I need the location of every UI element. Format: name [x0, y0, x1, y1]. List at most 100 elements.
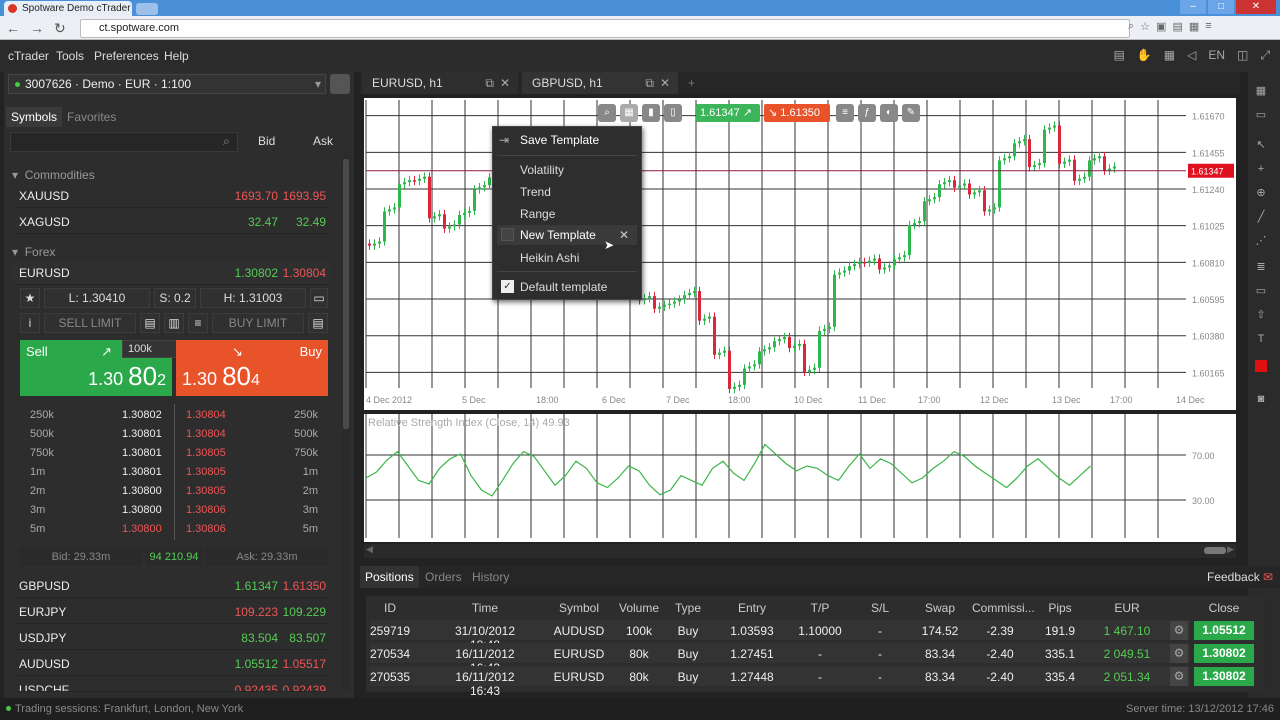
- calculator-icon[interactable]: ▦: [1164, 48, 1175, 63]
- layout-icon[interactable]: ◫: [1237, 48, 1248, 63]
- notebook-icon[interactable]: ▤: [1114, 48, 1125, 63]
- detach-icon[interactable]: ⧉: [645, 72, 654, 94]
- symbol-search-input[interactable]: [10, 132, 238, 152]
- tab-history[interactable]: History: [467, 566, 514, 588]
- checkbox[interactable]: [501, 228, 514, 241]
- tab-favorites[interactable]: Favorites: [62, 107, 121, 127]
- rsi-panel[interactable]: 70.00 30.00 Relative Strength Index (Clos…: [364, 414, 1236, 542]
- fibonacci-icon[interactable]: ≣: [1254, 260, 1268, 274]
- column-header[interactable]: Symbol: [550, 601, 608, 615]
- indicators-icon[interactable]: ≡: [836, 104, 854, 122]
- chart-icon[interactable]: ▭: [310, 288, 328, 308]
- reload-icon[interactable]: ↻: [54, 20, 66, 37]
- buy-button[interactable]: ↘ Buy 1.30 804: [176, 340, 328, 396]
- url-field[interactable]: ct.spotware.com: [80, 19, 1130, 38]
- symbol-row-xauusd[interactable]: XAUUSD 1693.70 1693.95: [12, 184, 330, 208]
- color-icon[interactable]: ◐: [880, 104, 898, 122]
- gear-icon[interactable]: ⚙: [1170, 644, 1188, 663]
- scrollbar-thumb[interactable]: [343, 159, 349, 429]
- template-volatility[interactable]: Volatility: [520, 163, 564, 177]
- group-commodities[interactable]: ▾ Commodities: [12, 168, 95, 182]
- zoom-in-icon[interactable]: ⊕: [1254, 186, 1268, 200]
- extension-icon[interactable]: ▤: [1172, 20, 1182, 33]
- template-new[interactable]: New Template: [520, 228, 596, 242]
- info-icon[interactable]: i: [20, 313, 40, 333]
- window-icon[interactable]: ▭: [1254, 108, 1268, 122]
- hand-icon[interactable]: ✋: [1137, 48, 1152, 63]
- symbol-row-usdchf[interactable]: USDCHF 0.92435 0.92439: [12, 678, 330, 692]
- column-header[interactable]: Commissi...: [972, 601, 1035, 615]
- zoom-icon[interactable]: ⌕: [598, 104, 616, 122]
- rectangle-icon[interactable]: ▭: [1254, 284, 1268, 298]
- star-icon[interactable]: ★: [20, 288, 40, 308]
- extension-icon[interactable]: ▦: [1189, 20, 1199, 33]
- language-icon[interactable]: EN: [1208, 48, 1225, 63]
- column-header[interactable]: S/L: [858, 601, 902, 615]
- column-header[interactable]: ID: [370, 601, 410, 615]
- wrench-icon[interactable]: ≡: [1205, 20, 1211, 33]
- column-header[interactable]: Entry: [720, 601, 784, 615]
- back-icon[interactable]: ←: [6, 20, 20, 37]
- order-book-icon[interactable]: ▥: [164, 313, 184, 333]
- ask-price-badge[interactable]: ↘ 1.61350: [764, 104, 830, 122]
- sound-icon[interactable]: ◁: [1187, 48, 1196, 63]
- menu-tools[interactable]: Tools: [56, 49, 84, 63]
- ticket-icon[interactable]: ▤: [308, 313, 328, 333]
- symbol-row-usdjpy[interactable]: USDJPY 83.504 83.507: [12, 626, 330, 650]
- close-icon[interactable]: ✕: [660, 72, 670, 94]
- grid-icon[interactable]: ▦: [1254, 84, 1268, 98]
- bookmark-star-icon[interactable]: ☆: [1140, 20, 1150, 33]
- minimize-icon[interactable]: –: [1180, 0, 1206, 14]
- scroll-right-icon[interactable]: ▶: [1227, 544, 1234, 555]
- add-chart-icon[interactable]: +: [682, 72, 702, 94]
- sell-limit-button[interactable]: SELL LIMIT: [44, 313, 136, 333]
- column-header[interactable]: EUR: [1090, 601, 1164, 615]
- buy-limit-button[interactable]: BUY LIMIT: [212, 313, 304, 333]
- account-selector[interactable]: 3007626 · Demo · EUR · 1:100 ▾: [8, 74, 326, 94]
- extension-icon[interactable]: ▣: [1156, 20, 1166, 33]
- symbol-row-gbpusd[interactable]: GBPUSD 1.61347 1.61350: [12, 574, 330, 598]
- text-icon[interactable]: T: [1254, 332, 1268, 346]
- column-header[interactable]: Swap: [908, 601, 972, 615]
- detach-icon[interactable]: ⧉: [485, 72, 494, 94]
- drawing-icon[interactable]: ✎: [902, 104, 920, 122]
- tab-chart-gbpusd[interactable]: GBPUSD, h1 ⧉ ✕: [522, 72, 678, 94]
- order-book-icon[interactable]: ▤: [140, 313, 160, 333]
- forward-icon[interactable]: →: [30, 20, 44, 37]
- menu-help[interactable]: Help: [164, 49, 189, 63]
- function-icon[interactable]: ƒ: [858, 104, 876, 122]
- delete-icon[interactable]: ✕: [619, 228, 629, 242]
- column-header[interactable]: Time: [440, 601, 530, 615]
- bar-chart-icon[interactable]: ▮: [642, 104, 660, 122]
- close-position-button[interactable]: 1.30802: [1194, 667, 1254, 686]
- fan-icon[interactable]: ⋰: [1254, 234, 1268, 248]
- check-icon[interactable]: ✓: [501, 280, 514, 293]
- order-book-icon[interactable]: ≡: [188, 313, 208, 333]
- positions-scrollbar[interactable]: [1264, 600, 1272, 690]
- column-header[interactable]: Volume: [614, 601, 664, 615]
- user-icon[interactable]: [330, 74, 350, 94]
- search-icon[interactable]: ⌕: [223, 134, 230, 149]
- scrollbar-thumb[interactable]: [1204, 547, 1226, 554]
- group-forex[interactable]: ▾ Forex: [12, 245, 55, 259]
- template-heikin-ashi[interactable]: Heikin Ashi: [520, 251, 579, 265]
- template-icon[interactable]: ▦: [620, 104, 638, 122]
- symbol-row-eurjpy[interactable]: EURJPY 109.223 109.229: [12, 600, 330, 624]
- column-header[interactable]: Pips: [1036, 601, 1084, 615]
- template-new-row[interactable]: New Template ✕: [497, 225, 637, 245]
- crosshair-icon[interactable]: +: [1254, 162, 1268, 176]
- camera-icon[interactable]: ◙: [1254, 392, 1268, 406]
- color-swatch[interactable]: [1255, 360, 1267, 372]
- feedback-button[interactable]: Feedback ✉: [1202, 566, 1278, 588]
- menu-ctrader[interactable]: cTrader: [8, 49, 49, 63]
- gear-icon[interactable]: ⚙: [1170, 667, 1188, 686]
- template-range[interactable]: Range: [520, 207, 555, 221]
- chart-scrollbar[interactable]: ◀ ▶: [364, 544, 1236, 558]
- symbol-row-eurusd[interactable]: EURUSD 1.30802 1.30804: [12, 261, 330, 285]
- close-position-button[interactable]: 1.30802: [1194, 644, 1254, 663]
- scroll-left-icon[interactable]: ◀: [366, 544, 373, 555]
- menu-preferences[interactable]: Preferences: [94, 49, 159, 63]
- pointer-icon[interactable]: ↖: [1254, 138, 1268, 152]
- tab-symbols[interactable]: Symbols: [6, 107, 63, 127]
- symbols-scrollbar[interactable]: [342, 155, 350, 690]
